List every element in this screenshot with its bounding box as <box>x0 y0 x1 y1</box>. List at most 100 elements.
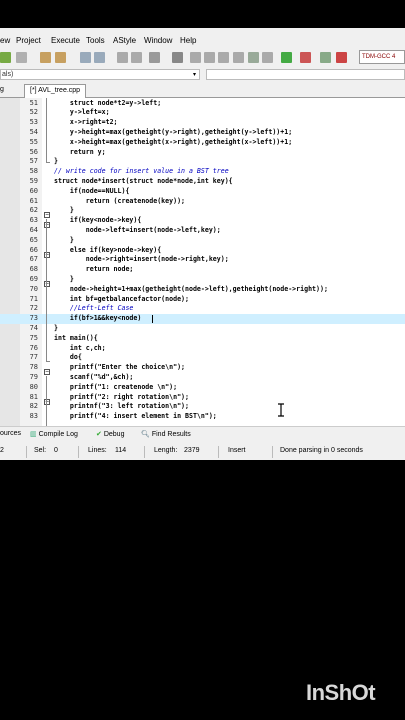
find-icon[interactable] <box>80 52 91 63</box>
code-line[interactable]: 56 return y; <box>0 148 405 158</box>
code-line[interactable]: 80 printf("1: createnode \n"); <box>0 383 405 393</box>
menu-bar: ew Project Execute Tools AStyle Window H… <box>0 36 405 48</box>
menu-execute[interactable]: Execute <box>51 36 80 45</box>
compiler-select[interactable]: TDM-GCC 4 <box>359 50 405 64</box>
chart-icon[interactable] <box>320 52 331 63</box>
fold-toggle-icon[interactable]: − <box>44 252 50 258</box>
bookmark-icon[interactable] <box>172 52 183 63</box>
toggle-comment-icon[interactable] <box>149 52 160 63</box>
code-line[interactable]: 83 printf("4: insert element in BST\n"); <box>0 412 405 422</box>
tab-avl-tree-cpp[interactable]: [*] AVL_tree.cpp <box>24 84 87 98</box>
code-text: printf("Enter the choice\n"); <box>54 363 186 372</box>
line-number: 79 <box>29 372 38 381</box>
redo-icon[interactable] <box>55 52 66 63</box>
code-line[interactable]: 61 return (createnode(key)); <box>0 197 405 207</box>
line-number: 80 <box>29 382 38 391</box>
unindent-icon[interactable] <box>131 52 142 63</box>
code-line[interactable]: 54 y->height=max(getheight(y->right),get… <box>0 128 405 138</box>
code-line[interactable]: 73 if(bf>1&&key<node) <box>0 314 405 324</box>
menu-help[interactable]: Help <box>180 36 196 45</box>
line-number: 63 <box>29 216 38 225</box>
menu-tools[interactable]: Tools <box>86 36 105 45</box>
status-insert-mode: Insert <box>228 447 246 454</box>
undo-icon[interactable] <box>40 52 51 63</box>
code-line[interactable]: 59 struct node*insert(struct node*node,in… <box>0 177 405 187</box>
code-line[interactable]: 81 printf("2: right rotation\n"); <box>0 393 405 403</box>
code-line[interactable]: 74} <box>0 324 405 334</box>
code-line[interactable]: 78 printf("Enter the choice\n"); <box>0 363 405 373</box>
code-text: int bf=getbalancefactor(node); <box>54 294 189 303</box>
code-line[interactable]: 62 } <box>0 206 405 216</box>
code-line[interactable]: 52 y->left=x; <box>0 108 405 118</box>
status-lines-label: Lines: <box>88 447 107 454</box>
code-line[interactable]: 70 node->height=1+max(getheight(node->le… <box>0 285 405 295</box>
line-number: 68 <box>29 265 38 274</box>
code-line[interactable]: 64 node->left=insert(node->left,key); <box>0 226 405 236</box>
code-line[interactable]: 66 else if(key>node->key){ <box>0 246 405 256</box>
fold-toggle-icon[interactable]: − <box>44 212 50 218</box>
inshot-watermark: InShOt <box>306 680 376 705</box>
code-line[interactable]: 67 node->right=insert(node->right,key); <box>0 255 405 265</box>
print-icon[interactable] <box>16 52 27 63</box>
code-line[interactable]: 53 x->right=t2; <box>0 118 405 128</box>
code-line[interactable]: 75 int main(){ <box>0 334 405 344</box>
chevron-down-icon[interactable]: ▾ <box>193 71 196 78</box>
layout-icon[interactable] <box>233 52 244 63</box>
line-number: 55 <box>29 137 38 146</box>
run-icon[interactable] <box>262 52 273 63</box>
window-icon[interactable] <box>204 52 215 63</box>
compile-icon[interactable] <box>248 52 259 63</box>
stop-icon[interactable] <box>300 52 311 63</box>
line-number: 75 <box>29 333 38 342</box>
code-line[interactable]: 71 int bf=getbalancefactor(node); <box>0 295 405 305</box>
line-number: 83 <box>29 412 38 421</box>
status-sel: 0 <box>54 447 58 454</box>
code-line[interactable]: 65 } <box>0 236 405 246</box>
menu-astyle[interactable]: AStyle <box>113 36 136 45</box>
code-line[interactable]: 55 x->height=max(getheight(x->right),get… <box>0 138 405 148</box>
tab-compile-log[interactable]: ▥ Compile Log <box>30 430 78 438</box>
code-line[interactable]: 69 } <box>0 275 405 285</box>
fold-toggle-icon[interactable]: − <box>44 281 50 287</box>
code-line[interactable]: 79 scanf("%d",&ch); <box>0 373 405 383</box>
find-next-icon[interactable] <box>94 52 105 63</box>
code-line[interactable]: 57} <box>0 157 405 167</box>
find-results-icon: 🔍︎ <box>141 431 150 438</box>
debug-icon[interactable] <box>336 52 347 63</box>
code-line[interactable]: 51 struct node*t2=y->left; <box>0 99 405 109</box>
code-text: do{ <box>54 353 82 362</box>
code-line[interactable]: 77 do{ <box>0 353 405 363</box>
code-line[interactable]: 60 if(node==NULL){ <box>0 187 405 197</box>
code-editor[interactable]: 51 struct node*t2=y->left; 52 y->left=x; 5… <box>0 98 405 426</box>
left-panel-tab[interactable]: g <box>0 86 4 93</box>
class-select[interactable]: als) <box>0 69 200 80</box>
line-number: 61 <box>29 196 38 205</box>
tab-sources[interactable]: ources <box>0 430 21 437</box>
divider <box>272 446 273 458</box>
tile-icon[interactable] <box>218 52 229 63</box>
check-icon[interactable] <box>281 52 292 63</box>
code-line[interactable]: 63 if(key<node->key){ <box>0 216 405 226</box>
divider <box>26 446 27 458</box>
code-text: } <box>54 235 74 244</box>
fold-end <box>46 361 50 362</box>
tab-debug[interactable]: ✔ Debug <box>96 430 124 438</box>
fold-toggle-icon[interactable]: − <box>44 369 50 375</box>
code-line[interactable]: 68 return node; <box>0 265 405 275</box>
code-line[interactable]: 58 // write code for insert value in a BS… <box>0 167 405 177</box>
save-icon[interactable] <box>0 52 11 63</box>
bottom-panel-tabs: ources ▥ Compile Log ✔ Debug 🔍︎ Find Res… <box>0 426 405 440</box>
indent-icon[interactable] <box>117 52 128 63</box>
fold-toggle-icon[interactable]: − <box>44 222 50 228</box>
function-select[interactable] <box>206 69 405 80</box>
menu-project[interactable]: Project <box>16 36 41 45</box>
grid-icon[interactable] <box>190 52 201 63</box>
menu-window[interactable]: Window <box>144 36 172 45</box>
code-text: scanf("%d",&ch); <box>54 372 134 381</box>
menu-view[interactable]: ew <box>0 36 10 45</box>
tab-find-results[interactable]: 🔍︎ Find Results <box>141 430 191 438</box>
code-line[interactable]: 82 printnf("3: left rotation\n"); <box>0 402 405 412</box>
code-line[interactable]: 72 //Left-Left Case <box>0 304 405 314</box>
code-line[interactable]: 76 int c,ch; <box>0 344 405 354</box>
fold-toggle-icon[interactable]: − <box>44 399 50 405</box>
